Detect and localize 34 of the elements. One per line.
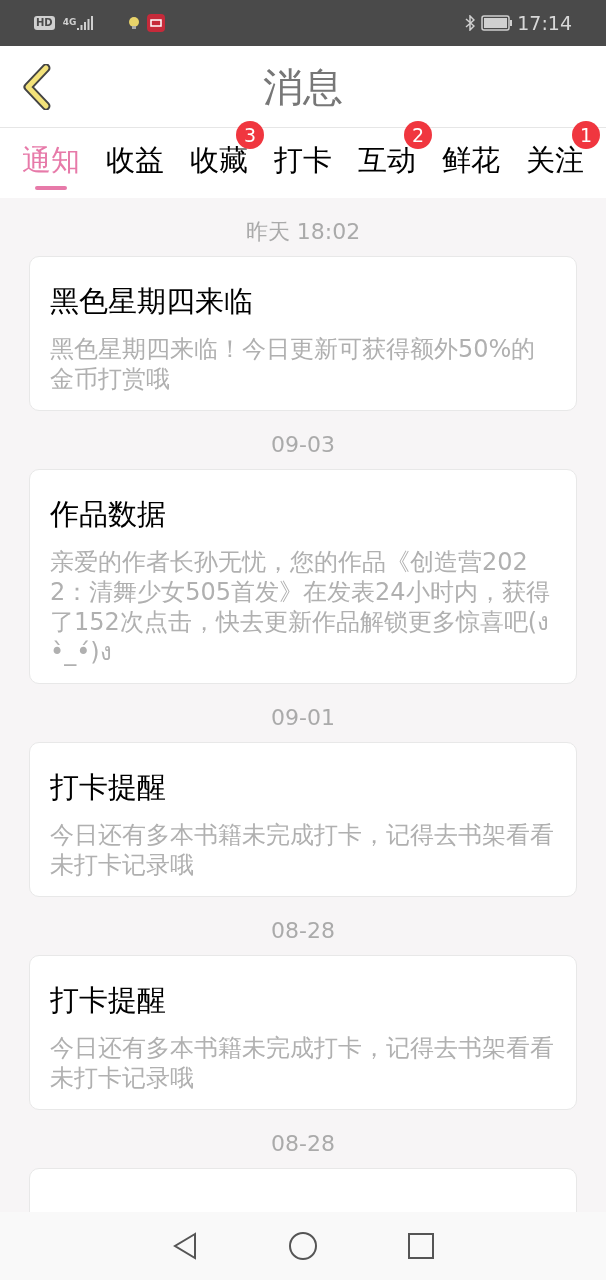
bulb-icon: [127, 16, 142, 30]
message-body: 黑色星期四来临！今日更新可获得额外50%的金币打赏哦: [50, 334, 537, 394]
bluetooth-icon: [465, 15, 476, 31]
message-date: 08-28: [271, 917, 335, 945]
hd-indicator: HD: [34, 16, 55, 30]
message-title: 打卡提醒: [50, 769, 167, 806]
app-notification-icon: [147, 14, 166, 32]
network-indicator: 4G: [62, 16, 77, 30]
message-date: 昨天 18:02: [245, 218, 361, 246]
message-title: 作品数据: [50, 496, 167, 533]
message-card[interactable]: 作品数据 亲爱的作者长孙无忧，您的作品《创造营2022：清舞少女505首发》在发表24小时内，获得了152次点击，快去更新作品解锁更多惊喜吧(ง •̀_•́)ง: [29, 469, 577, 684]
message-date: 08-28: [271, 1130, 335, 1158]
battery-icon: [481, 15, 514, 31]
message-card[interactable]: 黑色星期四来临 黑色星期四来临！今日更新可获得额外50%的金币打赏哦: [29, 256, 577, 411]
home-nav-icon[interactable]: [288, 1231, 318, 1261]
message-card[interactable]: 打卡提醒 今日还有多本书籍未完成打卡，记得去书架看看未打卡记录哦: [29, 742, 577, 897]
tab[interactable]: 鲜花: [442, 128, 500, 198]
back-icon: [20, 63, 52, 110]
recents-nav-icon[interactable]: [408, 1233, 434, 1259]
message-date: 09-03: [271, 431, 335, 459]
message-title: 打卡提醒: [50, 982, 167, 1019]
clock: 17:14: [517, 10, 572, 36]
page-title: 消息: [263, 62, 343, 112]
message-body: 亲爱的作者长孙无忧，您的作品《创造营2022：清舞少女505首发》在发表24小时内，获得了152次点击，快去更新作品解锁更多惊喜吧(ง •̀_•́)ง: [50, 547, 551, 667]
tab[interactable]: 打卡: [274, 128, 332, 198]
tab-indicator: [35, 186, 67, 190]
message-body: 今日还有多本书籍未完成打卡，记得去书架看看未打卡记录哦: [50, 1033, 555, 1093]
tab[interactable]: 收益: [106, 128, 164, 198]
message-body: 今日还有多本书籍未完成打卡，记得去书架看看未打卡记录哦: [50, 820, 555, 880]
message-date: 09-01: [271, 704, 335, 732]
message-title: 黑色星期四来临: [50, 283, 254, 320]
back-nav-icon[interactable]: [172, 1232, 198, 1260]
signal-icon: [77, 16, 96, 30]
message-card[interactable]: 打卡提醒 今日还有多本书籍未完成打卡，记得去书架看看未打卡记录哦: [29, 955, 577, 1110]
